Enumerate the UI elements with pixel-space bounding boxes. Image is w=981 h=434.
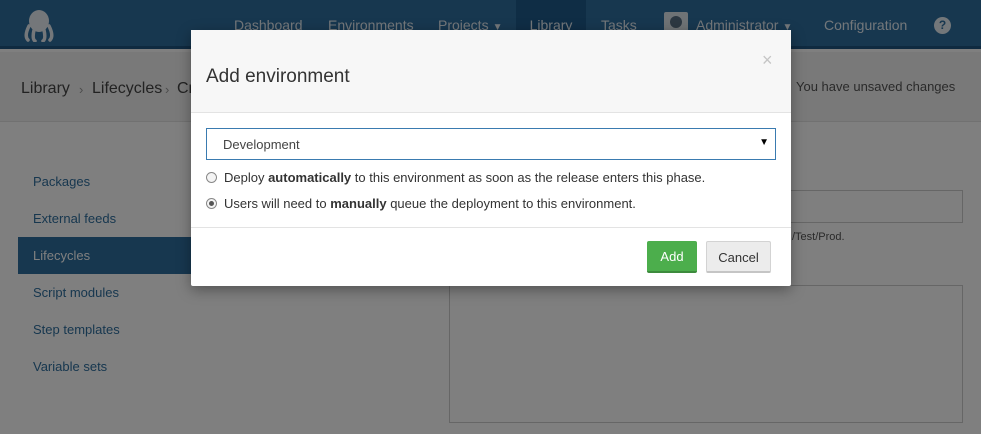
option-manual-before: Users will need to <box>224 196 331 211</box>
radio-automatic[interactable] <box>206 172 217 183</box>
dialog-header: Add environment × <box>191 30 791 113</box>
option-auto-bold: automatically <box>268 170 352 185</box>
dialog-footer: Add Cancel <box>191 227 791 286</box>
close-icon[interactable]: × <box>762 50 773 71</box>
radio-manual[interactable] <box>206 198 217 209</box>
dialog-title: Add environment <box>206 66 350 87</box>
option-auto-after: to this environment as soon as the relea… <box>351 170 706 185</box>
option-auto-before: Deploy <box>224 170 269 185</box>
environment-select[interactable]: Development ▼ <box>206 128 776 160</box>
add-environment-dialog: Add environment × Development ▼ Deploy a… <box>191 30 791 286</box>
option-deploy-automatically[interactable]: Deploy automatically to this environment… <box>206 170 705 185</box>
add-button[interactable]: Add <box>647 241 697 273</box>
option-deploy-manually[interactable]: Users will need to manually queue the de… <box>206 196 636 211</box>
caret-down-icon: ▼ <box>759 137 769 148</box>
environment-select-value: Development <box>223 137 300 152</box>
option-manual-after: queue the deployment to this environment… <box>386 196 636 211</box>
cancel-button[interactable]: Cancel <box>706 241 771 273</box>
option-manual-bold: manually <box>330 196 387 211</box>
